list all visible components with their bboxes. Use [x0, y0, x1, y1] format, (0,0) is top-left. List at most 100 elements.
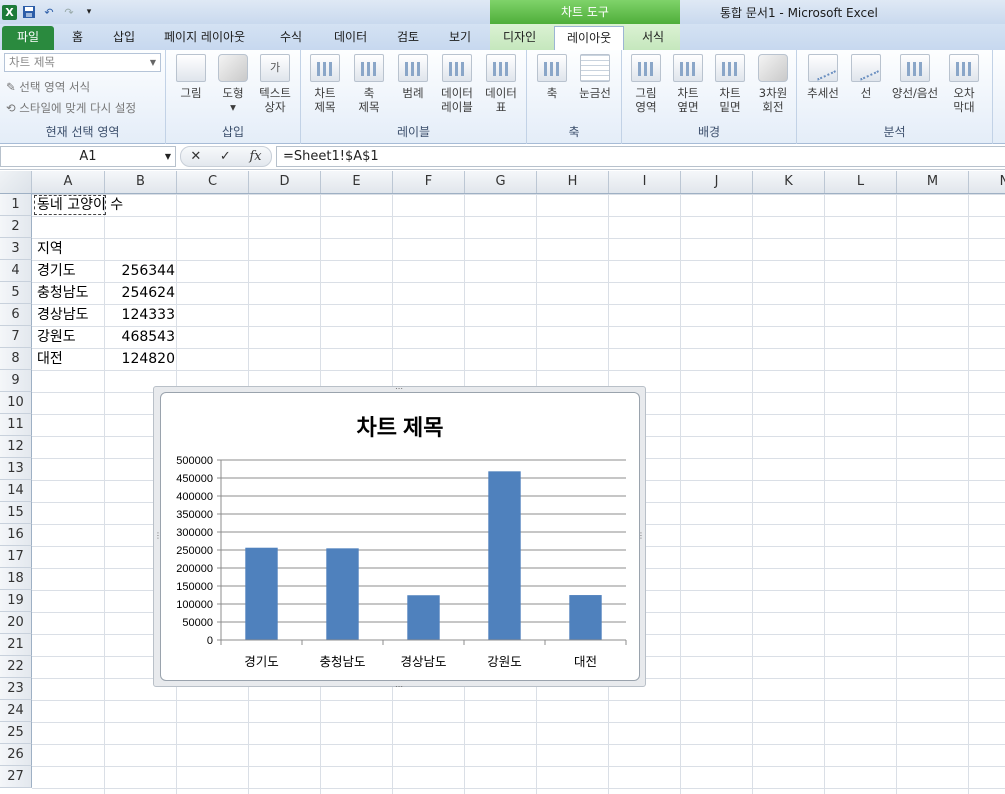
cell-value[interactable]: 124333 [105, 304, 175, 326]
name-box[interactable]: A1 ▼ [0, 146, 176, 167]
excel-logo-icon[interactable]: X [2, 4, 17, 20]
row-header-26[interactable]: 26 [0, 744, 32, 766]
row-header-5[interactable]: 5 [0, 282, 32, 304]
tab-formulas[interactable]: 수식 [268, 26, 314, 50]
redo-icon[interactable]: ↷ [61, 4, 77, 20]
tab-insert[interactable]: 삽입 [101, 26, 147, 50]
row-header-13[interactable]: 13 [0, 458, 32, 480]
tab-format[interactable]: 서식 [630, 26, 676, 50]
row-header-12[interactable]: 12 [0, 436, 32, 458]
chart-wall-button[interactable]: 차트 옆면 [670, 54, 706, 114]
row-header-6[interactable]: 6 [0, 304, 32, 326]
picture-button[interactable]: 그림 [174, 54, 208, 100]
gridlines-button[interactable]: 눈금선 [575, 54, 615, 100]
chart-title[interactable]: 차트 제목 [356, 415, 443, 440]
row-header-23[interactable]: 23 [0, 678, 32, 700]
cell-region[interactable]: 경기도 [37, 260, 76, 282]
row-header-19[interactable]: 19 [0, 590, 32, 612]
axes-button[interactable]: 축 [535, 54, 569, 100]
legend-button[interactable]: 범례 [395, 54, 431, 100]
row-header-27[interactable]: 27 [0, 766, 32, 788]
data-labels-button[interactable]: 데이터 레이블 [435, 54, 479, 114]
tab-view[interactable]: 보기 [437, 26, 483, 50]
bar-2[interactable] [326, 548, 359, 640]
tab-data[interactable]: 데이터 [322, 26, 379, 50]
cell-value[interactable]: 124820 [105, 348, 175, 370]
select-all-corner[interactable] [0, 171, 32, 193]
row-header-8[interactable]: 8 [0, 348, 32, 370]
row-header-18[interactable]: 18 [0, 568, 32, 590]
tab-page-layout[interactable]: 페이지 레이아웃 [152, 26, 257, 50]
column-header-c[interactable]: C [177, 171, 249, 193]
column-header-g[interactable]: G [465, 171, 537, 193]
format-selection-button[interactable]: ✎ 선택 영역 서식 [6, 79, 90, 95]
shapes-button[interactable]: 도형 ▾ [216, 54, 250, 114]
row-header-21[interactable]: 21 [0, 634, 32, 656]
undo-icon[interactable]: ↶ [41, 4, 57, 20]
row-header-14[interactable]: 14 [0, 480, 32, 502]
row-header-2[interactable]: 2 [0, 216, 32, 238]
column-header-n[interactable]: N [969, 171, 1005, 193]
error-bars-button[interactable]: 오차 막대 [947, 54, 981, 114]
row-header-22[interactable]: 22 [0, 656, 32, 678]
3d-rotation-button[interactable]: 3차원 회전 [754, 54, 792, 114]
chart-elements-dropdown[interactable]: 차트 제목 ▼ [4, 53, 161, 72]
cell-value[interactable]: 256344 [105, 260, 175, 282]
cancel-icon[interactable]: ✕ [190, 149, 201, 164]
column-header-i[interactable]: I [609, 171, 681, 193]
cell-a3[interactable]: 지역 [37, 238, 63, 260]
bar-3[interactable] [407, 595, 440, 640]
row-header-24[interactable]: 24 [0, 700, 32, 722]
cell-region[interactable]: 강원도 [37, 326, 76, 348]
resize-handle-bottom[interactable]: ⋯ [395, 682, 403, 691]
row-header-3[interactable]: 3 [0, 238, 32, 260]
customize-toolbar-icon[interactable]: ▾ [81, 4, 97, 20]
axis-titles-button[interactable]: 축 제목 [351, 54, 387, 114]
cell-region[interactable]: 충청남도 [37, 282, 89, 304]
bar-4[interactable] [488, 471, 521, 640]
tab-home[interactable]: 홈 [60, 26, 95, 50]
chart-area[interactable]: 차트 제목 0 50000 100000 150000 200000 250000 3000… [160, 392, 640, 681]
column-header-h[interactable]: H [537, 171, 609, 193]
lines-button[interactable]: 선 [849, 54, 883, 100]
chart-floor-button[interactable]: 차트 밑면 [712, 54, 748, 114]
save-icon[interactable] [21, 4, 37, 20]
column-header-j[interactable]: J [681, 171, 753, 193]
row-header-4[interactable]: 4 [0, 260, 32, 282]
chart-title-button[interactable]: 차트 제목 [307, 54, 343, 114]
tab-layout[interactable]: 레이아웃 [554, 26, 625, 50]
bar-5[interactable] [569, 595, 602, 640]
row-header-17[interactable]: 17 [0, 546, 32, 568]
tab-file[interactable]: 파일 [2, 26, 54, 50]
data-table-button[interactable]: 데이터 표 [481, 54, 521, 114]
row-header-11[interactable]: 11 [0, 414, 32, 436]
column-header-b[interactable]: B [105, 171, 177, 193]
insert-function-icon[interactable]: fx [249, 149, 261, 164]
row-header-15[interactable]: 15 [0, 502, 32, 524]
bar-1[interactable] [245, 547, 278, 640]
row-header-7[interactable]: 7 [0, 326, 32, 348]
column-header-k[interactable]: K [753, 171, 825, 193]
updown-bars-button[interactable]: 양선/음선 [887, 54, 943, 100]
plot-area-button[interactable]: 그림 영역 [628, 54, 664, 114]
text-box-button[interactable]: 가 텍스트 상자 [254, 54, 296, 114]
column-header-f[interactable]: F [393, 171, 465, 193]
row-header-1[interactable]: 1 [0, 194, 32, 216]
enter-icon[interactable]: ✓ [220, 149, 231, 164]
column-header-l[interactable]: L [825, 171, 897, 193]
cell-value[interactable]: 254624 [105, 282, 175, 304]
trendline-button[interactable]: 추세선 [803, 54, 843, 100]
formula-input[interactable]: =Sheet1!$A$1 [276, 146, 1005, 167]
cell-value[interactable]: 468543 [105, 326, 175, 348]
row-header-20[interactable]: 20 [0, 612, 32, 634]
column-header-e[interactable]: E [321, 171, 393, 193]
column-header-d[interactable]: D [249, 171, 321, 193]
row-header-10[interactable]: 10 [0, 392, 32, 414]
tab-review[interactable]: 검토 [385, 26, 431, 50]
cell-a1[interactable]: 동네 고양이 수 [37, 194, 123, 216]
tab-design[interactable]: 디자인 [491, 26, 548, 50]
reset-to-match-style-button[interactable]: ⟲ 스타일에 맞게 다시 설정 [6, 100, 136, 116]
row-header-9[interactable]: 9 [0, 370, 32, 392]
column-header-a[interactable]: A [32, 171, 105, 193]
cell-region[interactable]: 경상남도 [37, 304, 89, 326]
